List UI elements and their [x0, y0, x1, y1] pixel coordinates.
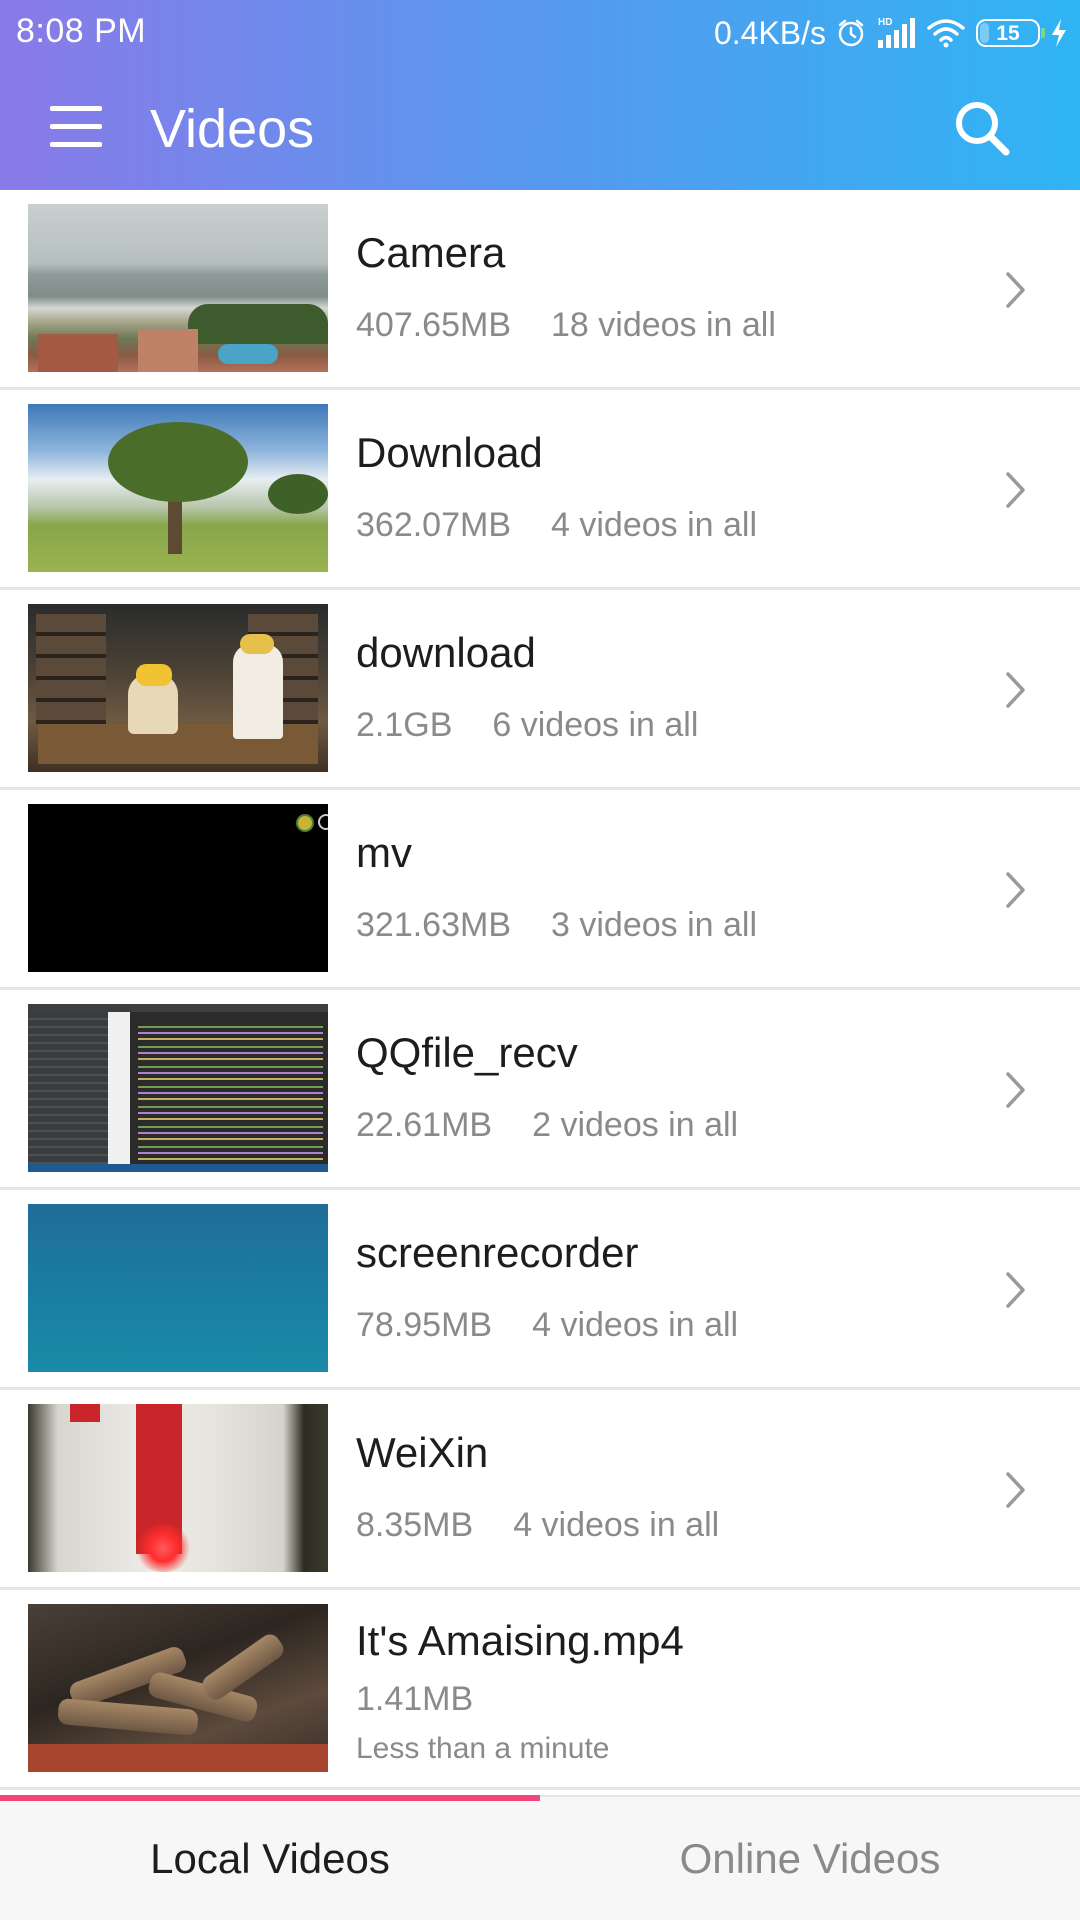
folder-video-count: 2 videos in all	[532, 1106, 739, 1144]
folder-item-download[interactable]: Download 362.07MB 4 videos in all	[0, 390, 1080, 590]
folder-meta: 78.95MB 4 videos in all	[356, 1308, 738, 1342]
folder-size: 407.65MB	[356, 306, 511, 344]
tab-local-videos[interactable]: Local Videos	[0, 1797, 540, 1920]
chevron-right-icon	[1006, 1072, 1025, 1108]
folder-name: QQfile_recv	[356, 1029, 578, 1076]
folder-video-count: 4 videos in all	[551, 506, 758, 544]
folder-thumbnail	[28, 404, 328, 572]
video-duration: Less than a minute	[356, 1732, 610, 1765]
signal-icon: HD	[878, 17, 915, 48]
folder-video-count: 18 videos in all	[551, 306, 776, 344]
folder-meta: 22.61MB 2 videos in all	[356, 1108, 738, 1142]
hamburger-menu-icon[interactable]	[46, 102, 106, 154]
videos-app: 8:08 PM 0.4KB/s HD 15 Videos Camera 407.…	[0, 0, 1080, 1920]
folder-size: 8.35MB	[356, 1506, 474, 1544]
folder-thumbnail	[28, 1404, 328, 1572]
chevron-right-icon	[1006, 472, 1025, 508]
folder-video-count: 6 videos in all	[492, 706, 699, 744]
wifi-icon	[927, 19, 965, 48]
app-header: 8:08 PM 0.4KB/s HD 15 Videos	[0, 0, 1080, 190]
video-thumbnail	[28, 1604, 328, 1772]
battery-percent: 15	[996, 21, 1020, 45]
folder-size: 22.61MB	[356, 1106, 493, 1144]
battery-tip	[1041, 28, 1045, 38]
video-folder-list: Camera 407.65MB 18 videos in all Download…	[0, 190, 1080, 1795]
video-file-item[interactable]: It's Amaising.mp4 1.41MB Less than a min…	[0, 1590, 1080, 1790]
folder-item-screenrecorder[interactable]: screenrecorder 78.95MB 4 videos in all	[0, 1190, 1080, 1390]
folder-video-count: 4 videos in all	[513, 1506, 720, 1544]
status-time: 8:08 PM	[16, 12, 147, 50]
folder-thumbnail	[28, 1204, 328, 1372]
network-speed: 0.4KB/s	[713, 14, 826, 51]
search-icon[interactable]	[950, 96, 1014, 160]
folder-name: mv	[356, 829, 412, 876]
folder-meta: 407.65MB 18 videos in all	[356, 308, 776, 342]
chevron-right-icon	[1006, 1472, 1025, 1508]
folder-item-camera[interactable]: Camera 407.65MB 18 videos in all	[0, 190, 1080, 390]
app-bar: Videos	[0, 66, 1080, 190]
folder-size: 362.07MB	[356, 506, 511, 544]
chevron-right-icon	[1006, 672, 1025, 708]
folder-thumbnail	[28, 804, 328, 972]
chevron-right-icon	[1006, 1272, 1025, 1308]
folder-size: 321.63MB	[356, 906, 511, 944]
folder-name: download	[356, 629, 536, 676]
folder-thumbnail	[28, 1004, 328, 1172]
folder-item-weixin[interactable]: WeiXin 8.35MB 4 videos in all	[0, 1390, 1080, 1590]
folder-thumbnail	[28, 604, 328, 772]
status-bar: 8:08 PM 0.4KB/s HD 15	[0, 0, 1080, 66]
folder-name: screenrecorder	[356, 1229, 639, 1276]
folder-meta: 362.07MB 4 videos in all	[356, 508, 757, 542]
folder-item-qqfile-recv[interactable]: QQfile_recv 22.61MB 2 videos in all	[0, 990, 1080, 1190]
folder-video-count: 3 videos in all	[551, 906, 758, 944]
video-file-name: It's Amaising.mp4	[356, 1617, 684, 1664]
folder-video-count: 4 videos in all	[532, 1306, 739, 1344]
video-file-size: 1.41MB	[356, 1680, 474, 1718]
alarm-icon	[838, 19, 864, 47]
folder-meta: 2.1GB 6 videos in all	[356, 708, 698, 742]
folder-name: WeiXin	[356, 1429, 489, 1476]
chevron-right-icon	[1006, 872, 1025, 908]
battery-icon: 15	[976, 19, 1045, 47]
folder-thumbnail	[28, 204, 328, 372]
folder-item-mv[interactable]: mv 321.63MB 3 videos in all	[0, 790, 1080, 990]
charging-icon	[1052, 19, 1066, 47]
tab-online-videos[interactable]: Online Videos	[540, 1797, 1080, 1920]
page-title: Videos	[150, 99, 315, 159]
folder-meta: 8.35MB 4 videos in all	[356, 1508, 719, 1542]
network-type-label: HD	[878, 17, 892, 28]
status-indicators: 0.4KB/s HD 15	[714, 10, 1068, 56]
folder-name: Download	[356, 429, 543, 476]
folder-size: 2.1GB	[356, 706, 453, 744]
folder-meta: 321.63MB 3 videos in all	[356, 908, 757, 942]
folder-item-download-lowercase[interactable]: download 2.1GB 6 videos in all	[0, 590, 1080, 790]
folder-name: Camera	[356, 229, 506, 276]
bottom-tab-bar: Local Videos Online Videos	[0, 1795, 1080, 1920]
battery-level	[980, 23, 989, 43]
chevron-right-icon	[1006, 272, 1025, 308]
folder-size: 78.95MB	[356, 1306, 493, 1344]
